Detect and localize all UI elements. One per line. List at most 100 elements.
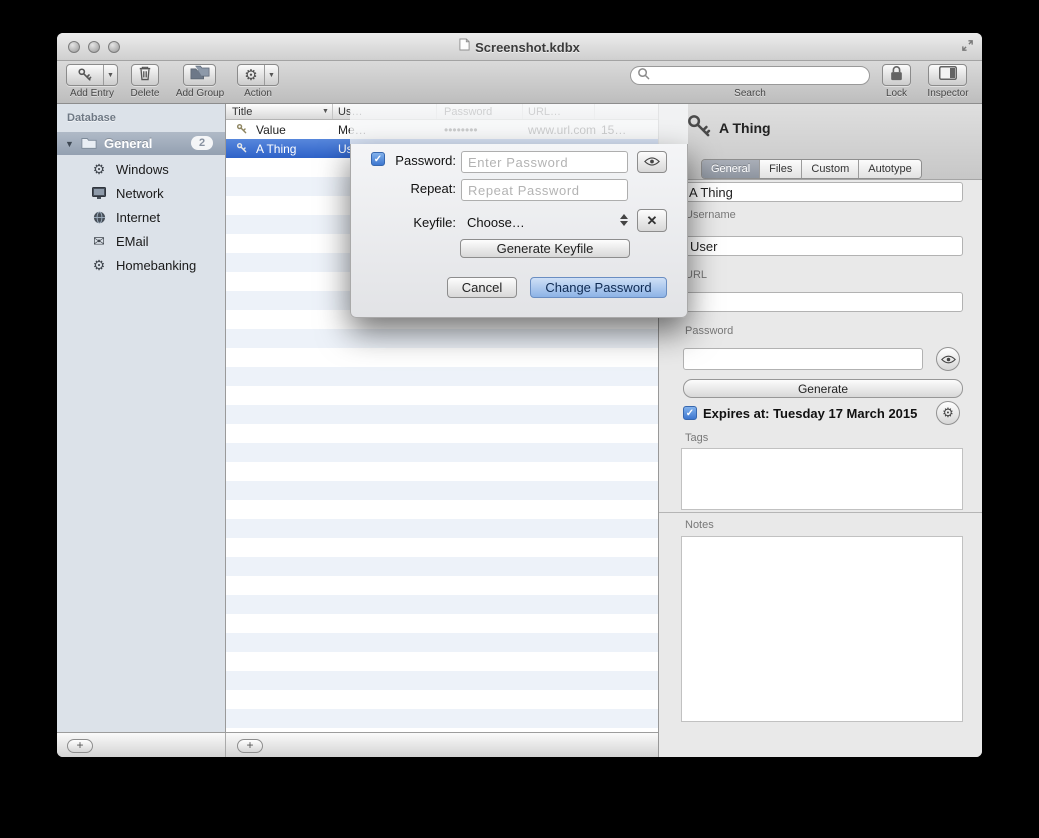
tab-custom[interactable]: Custom [802, 160, 859, 178]
envelope-icon: ✉ [90, 233, 108, 250]
change-password-button[interactable]: Change Password [530, 277, 667, 298]
sidebar-item-label: Homebanking [116, 258, 196, 273]
tags-box[interactable] [681, 448, 963, 510]
add-group-plus-button[interactable]: + [67, 739, 93, 753]
disclosure-triangle-icon[interactable]: ▼ [65, 139, 75, 149]
dialog-show-password-button[interactable] [637, 151, 667, 173]
eye-icon [941, 352, 956, 367]
add-entry-label: Add Entry [66, 88, 118, 99]
window-title: Screenshot.kdbx [475, 40, 580, 55]
generate-keyfile-button[interactable]: Generate Keyfile [460, 239, 630, 258]
lock-button[interactable] [882, 64, 911, 86]
sidebar-group-general[interactable]: ▼ General 2 [57, 132, 225, 155]
username-field[interactable] [683, 236, 963, 256]
sidebar-item-windows[interactable]: ⚙ Windows [57, 157, 225, 181]
folders-icon [190, 65, 210, 85]
generate-password-button[interactable]: Generate [683, 379, 963, 398]
empty-row [226, 443, 658, 462]
add-entry-button[interactable]: ▼ [66, 64, 118, 86]
search-input[interactable] [654, 68, 863, 84]
eye-icon [644, 153, 660, 171]
key-icon [236, 123, 248, 138]
sidebar-item-homebanking[interactable]: ⚙ Homebanking [57, 253, 225, 277]
inspector-panel: A Thing General Files Custom Autotype Us… [658, 104, 982, 757]
username-label: Username [685, 209, 736, 221]
column-divider [332, 104, 333, 119]
bottom-bar-divider [225, 733, 226, 757]
title-bar[interactable]: Screenshot.kdbx [57, 33, 982, 61]
clear-keyfile-button[interactable]: ✕ [637, 209, 667, 232]
cancel-button[interactable]: Cancel [447, 277, 517, 298]
empty-row [226, 348, 658, 367]
sidebar-group-label: General [104, 136, 152, 151]
fullscreen-icon[interactable] [961, 39, 974, 57]
notes-label: Notes [685, 519, 714, 531]
url-label: URL [685, 269, 707, 281]
trash-icon [138, 65, 152, 86]
tab-autotype[interactable]: Autotype [859, 160, 920, 178]
sidebar-section-header: Database [67, 112, 116, 124]
dialog-password-input[interactable] [461, 151, 628, 173]
toolbar: ▼ Add Entry Delete Add Group ⚙ ▼ Action … [57, 61, 982, 104]
keyfile-popup[interactable]: Choose… [467, 215, 525, 230]
show-password-button[interactable] [936, 347, 960, 371]
password-field[interactable] [683, 348, 923, 370]
action-button[interactable]: ⚙ ▼ [237, 64, 279, 86]
url-field[interactable] [683, 292, 963, 312]
empty-row [226, 367, 658, 386]
sidebar-item-email[interactable]: ✉ EMail [57, 229, 225, 253]
gear-icon: ⚙ [90, 257, 108, 274]
close-icon: ✕ [647, 213, 658, 229]
sidebar-item-network[interactable]: Network [57, 181, 225, 205]
bottom-bar: + + [57, 732, 658, 757]
empty-row [226, 481, 658, 500]
inspector-header: A Thing General Files Custom Autotype [659, 104, 982, 180]
search-icon [637, 67, 650, 85]
entry-title: Value [256, 123, 286, 137]
sidebar-item-label: Network [116, 186, 164, 201]
empty-row [226, 614, 658, 633]
add-group-button[interactable] [183, 64, 216, 86]
popup-stepper-icon[interactable] [618, 212, 629, 228]
key-icon [67, 65, 103, 85]
generate-keyfile-label: Generate Keyfile [497, 241, 594, 256]
expires-checkbox[interactable]: ✓ [683, 406, 697, 420]
sidebar: Database ▼ General 2 ⚙ Windows Network I… [57, 104, 225, 732]
dialog-keyfile-label: Keyfile: [388, 215, 456, 230]
dialog-repeat-input[interactable] [461, 179, 628, 201]
lock-icon [890, 65, 903, 86]
delete-button[interactable] [131, 64, 159, 86]
sheet-translucent-edge [350, 104, 688, 144]
password-checkbox[interactable]: ✓ [371, 152, 385, 166]
tab-general[interactable]: General [702, 160, 760, 178]
globe-icon [90, 211, 108, 224]
app-window: Screenshot.kdbx ▼ Add Entry Delete Add G… [57, 33, 982, 757]
inspector-label: Inspector [923, 88, 973, 99]
title-field[interactable] [682, 182, 963, 202]
generate-label: Generate [798, 382, 848, 396]
chevron-down-icon[interactable]: ▼ [103, 65, 117, 85]
change-password-dialog: ✓ Password: Repeat: Keyfile: Choose… ✕ G… [350, 104, 688, 318]
dialog-password-label: Password: [388, 153, 456, 168]
add-entry-plus-button[interactable]: + [237, 739, 263, 753]
notes-box[interactable] [681, 536, 963, 722]
expires-settings-button[interactable]: ⚙ [936, 401, 960, 425]
empty-row [226, 329, 658, 348]
sidebar-item-label: Windows [116, 162, 169, 177]
column-header-title[interactable]: Title [232, 106, 252, 118]
tab-files[interactable]: Files [760, 160, 802, 178]
empty-row [226, 519, 658, 538]
inspector-button[interactable] [928, 64, 967, 86]
empty-row [226, 652, 658, 671]
gear-icon: ⚙ [238, 65, 264, 85]
search-field[interactable] [630, 66, 870, 85]
empty-row [226, 386, 658, 405]
search-label: Search [630, 88, 870, 99]
gear-icon: ⚙ [90, 161, 108, 178]
key-icon [685, 112, 713, 145]
entry-title: A Thing [256, 142, 296, 156]
sidebar-item-internet[interactable]: Internet [57, 205, 225, 229]
group-count-badge: 2 [191, 136, 213, 150]
desktop: { "window": { "title": "Screenshot.kdbx"… [0, 0, 1039, 838]
chevron-down-icon[interactable]: ▼ [264, 65, 278, 85]
